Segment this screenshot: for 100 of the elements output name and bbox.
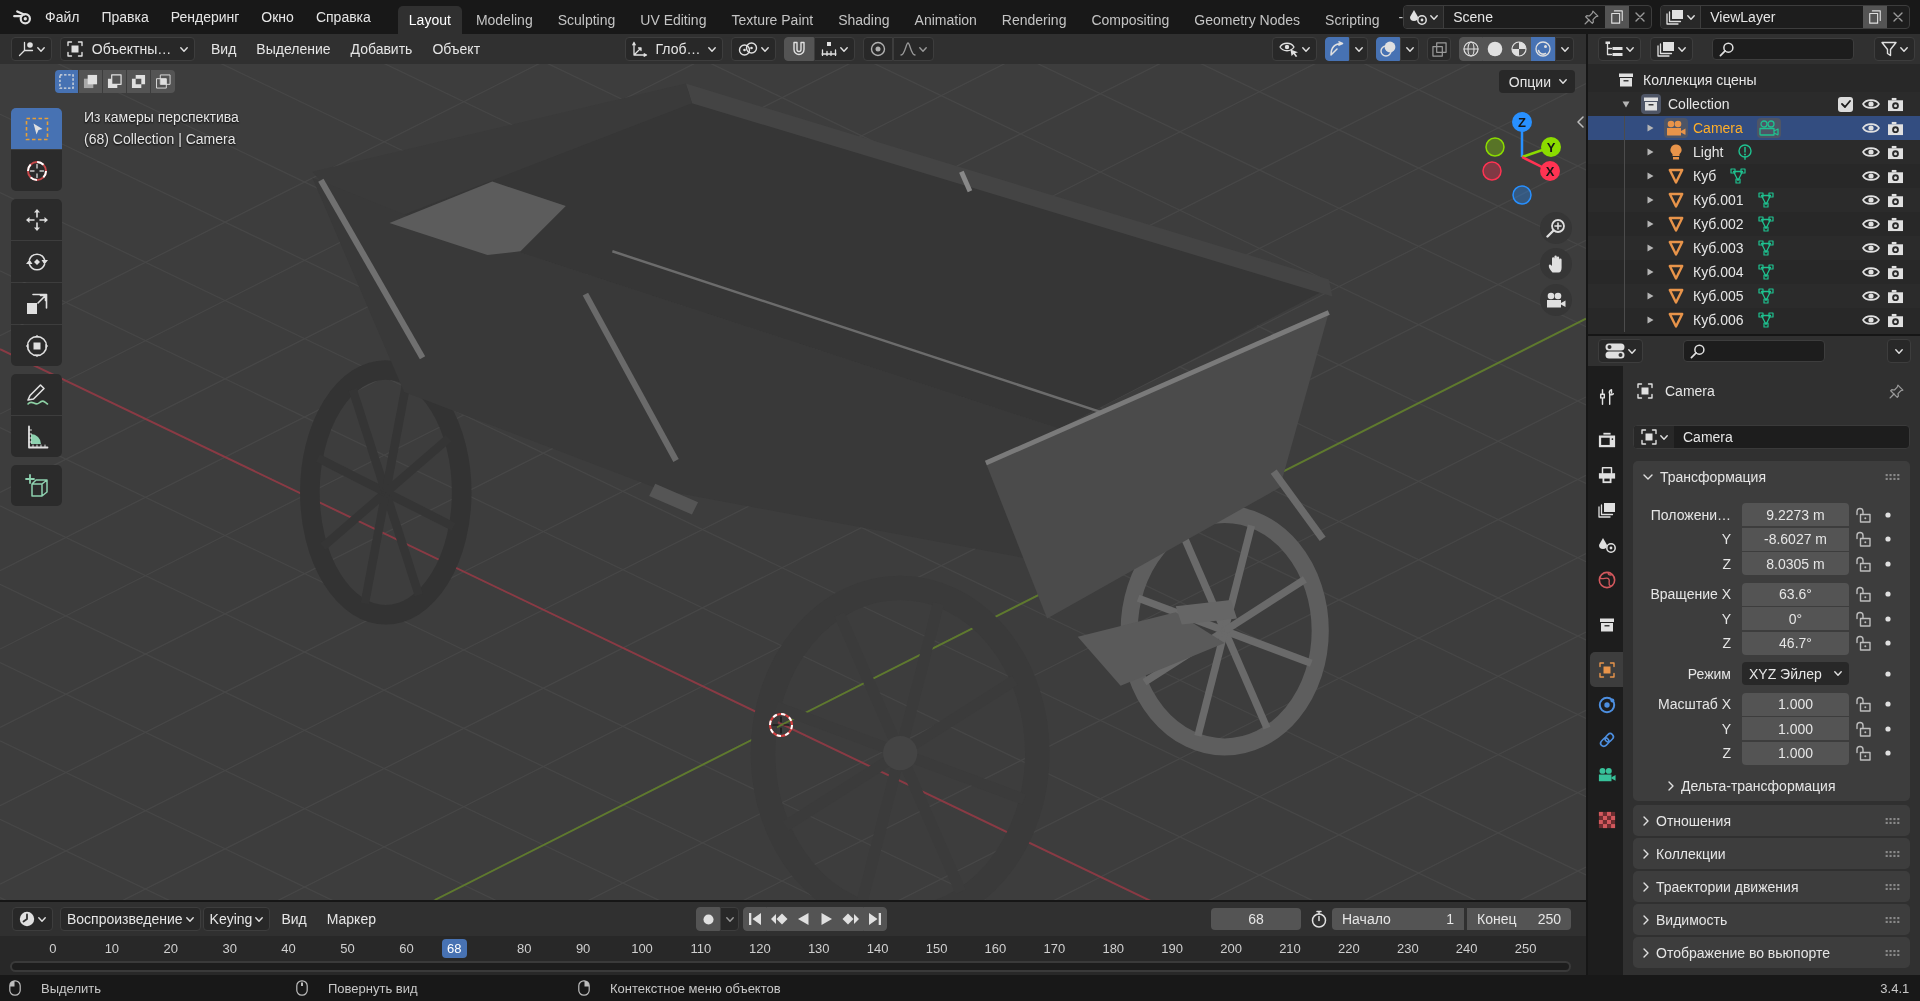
number-field[interactable]: 0° (1742, 607, 1849, 631)
padlock-icon[interactable] (1855, 555, 1871, 572)
number-field[interactable]: 8.0305 m (1742, 552, 1849, 576)
dot-icon[interactable] (1885, 640, 1891, 647)
select-mode-button[interactable] (103, 70, 127, 93)
dropdown-menu[interactable]: Воспроизведение (60, 907, 201, 931)
number-field[interactable]: -8.6027 m (1742, 527, 1849, 551)
eye-icon[interactable] (1861, 290, 1880, 302)
snap-toggle[interactable] (784, 37, 814, 61)
shading-options-button[interactable] (1555, 37, 1574, 61)
chevron-right-icon[interactable] (1643, 947, 1649, 958)
menu-item[interactable]: Вид (271, 911, 317, 927)
workspace-tab[interactable]: Animation (903, 6, 988, 34)
camera-icon[interactable] (1887, 216, 1904, 232)
camera-icon[interactable] (1887, 96, 1904, 112)
panel-header[interactable]: Коллекции (1633, 838, 1910, 869)
overlay-options-button[interactable] (1400, 37, 1419, 61)
eye-icon[interactable] (1861, 170, 1880, 182)
dropdown[interactable]: XYZ Эйлер (1742, 662, 1849, 686)
view-layer-dropdown[interactable] (1650, 37, 1693, 61)
eye-icon[interactable] (1861, 194, 1880, 206)
chevron-right-icon[interactable] (1643, 848, 1649, 859)
triangle-right-icon[interactable] (1647, 172, 1654, 180)
tool-button[interactable] (11, 416, 62, 457)
mode-dropdown[interactable]: Объектны… (60, 37, 195, 61)
triangle-right-icon[interactable] (1647, 124, 1654, 132)
outliner-row[interactable]: Куб (1588, 164, 1920, 188)
camera-icon[interactable] (1887, 120, 1904, 136)
menu-item[interactable]: Окно (250, 9, 305, 25)
dropdown-menu[interactable]: Keying (202, 907, 271, 931)
camera-icon[interactable] (1887, 144, 1904, 160)
eye-icon[interactable] (1861, 218, 1880, 230)
camera-icon[interactable] (1887, 168, 1904, 184)
dot-icon[interactable] (1885, 750, 1891, 757)
skip-to-end-button[interactable] (863, 907, 887, 931)
select-mode-button[interactable] (127, 70, 151, 93)
dot-icon[interactable] (1885, 701, 1891, 708)
panel-header[interactable]: Отношения (1633, 805, 1910, 836)
menu-item[interactable]: Добавить (340, 41, 423, 57)
axis-handle[interactable] (1482, 161, 1502, 181)
end-frame-field[interactable]: Конец 250 (1467, 908, 1571, 930)
axis-handle[interactable]: Z (1512, 112, 1532, 157)
menu-item[interactable]: Вид (201, 41, 247, 57)
tool-button[interactable] (11, 150, 62, 191)
padlock-icon[interactable] (1855, 745, 1871, 762)
dot-icon[interactable] (1885, 670, 1891, 677)
eye-icon[interactable] (1861, 242, 1880, 254)
number-field[interactable]: 63.6° (1742, 582, 1849, 606)
camera-icon[interactable] (1887, 288, 1904, 304)
visibility-dropdown[interactable] (1272, 37, 1317, 61)
browse-button[interactable] (1661, 6, 1702, 28)
gizmo-toggle[interactable] (1325, 37, 1349, 61)
padlock-icon[interactable] (1855, 586, 1871, 603)
blender-logo-icon[interactable] (13, 9, 32, 25)
workspace-tab[interactable]: UV Editing (629, 6, 718, 34)
eye-icon[interactable] (1861, 122, 1880, 134)
name-field[interactable]: Camera (1683, 429, 1733, 445)
number-field[interactable]: 1.000 (1742, 692, 1849, 716)
tool-button[interactable] (11, 283, 62, 324)
select-mode-button[interactable] (79, 70, 103, 93)
eye-icon[interactable] (1861, 98, 1880, 110)
triangle-right-icon[interactable] (1647, 220, 1654, 228)
axis-handle[interactable] (1512, 185, 1532, 205)
workspace-tab[interactable]: Texture Paint (720, 6, 825, 34)
pan-button[interactable] (1540, 248, 1572, 280)
editor-type-button[interactable] (1598, 339, 1643, 363)
menu-item[interactable]: Объект (422, 41, 491, 57)
axis-handle[interactable]: X (1521, 155, 1560, 181)
number-field[interactable]: 1.000 (1742, 717, 1849, 741)
chevron-left-icon[interactable] (1577, 116, 1584, 128)
menu-item[interactable]: Рендеринг (159, 9, 251, 25)
chevron-down-icon[interactable] (1643, 474, 1653, 480)
proportional-edit-toggle[interactable] (863, 37, 893, 61)
camera-icon[interactable] (1887, 240, 1904, 256)
browse-button[interactable] (1634, 426, 1674, 448)
menu-item[interactable]: Справка (304, 9, 382, 25)
workspace-tab[interactable]: Layout (397, 6, 462, 34)
display-mode-dropdown[interactable] (1598, 37, 1641, 61)
grip-icon[interactable] (1885, 850, 1900, 857)
workspace-tab[interactable]: Geometry Nodes (1183, 6, 1312, 34)
xray-toggle[interactable] (1427, 37, 1451, 61)
number-field[interactable]: 46.7° (1742, 631, 1849, 655)
select-mode-button[interactable] (55, 70, 79, 93)
horizontal-scrollbar[interactable] (10, 961, 1571, 972)
gizmo-options-button[interactable] (1349, 37, 1368, 61)
orientation-dropdown[interactable]: Глоб… (625, 37, 723, 61)
zoom-button[interactable] (1540, 212, 1572, 244)
options-button[interactable] (1887, 339, 1911, 363)
close-icon[interactable] (1635, 12, 1646, 22)
eye-icon[interactable] (1861, 314, 1880, 326)
editor-type-button[interactable] (11, 37, 52, 61)
workspace-tab[interactable]: Scripting (1314, 6, 1391, 34)
workspace-tab[interactable]: Sculpting (546, 6, 627, 34)
eye-icon[interactable] (1861, 266, 1880, 278)
shading-button[interactable] (1459, 37, 1483, 61)
record-button[interactable] (696, 907, 720, 931)
editor-type-button[interactable] (12, 907, 53, 931)
number-field[interactable]: 9.2273 m (1742, 503, 1849, 527)
grip-icon[interactable] (1885, 916, 1900, 923)
camera-icon[interactable] (1887, 192, 1904, 208)
